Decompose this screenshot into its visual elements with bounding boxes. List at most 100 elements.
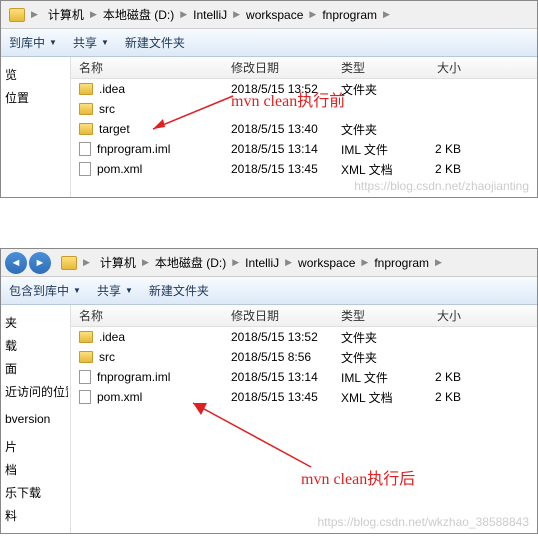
- file-type: XML 文档: [341, 161, 411, 178]
- chevron-right-icon: ▶: [29, 9, 40, 20]
- breadcrumb-root[interactable]: ▶: [5, 8, 44, 22]
- new-folder-button[interactable]: 新建文件夹: [125, 34, 185, 51]
- chevron-right-icon: ▶: [231, 9, 242, 20]
- file-list: 名称 修改日期 类型 大小 .idea2018/5/15 13:52文件夹src…: [71, 57, 537, 197]
- file-date: 2018/5/15 13:52: [231, 330, 341, 344]
- chevron-right-icon: ▶: [433, 257, 444, 268]
- sidebar-item[interactable]: 近访问的位置: [3, 380, 68, 403]
- file-name: fnprogram.iml: [97, 370, 170, 384]
- col-header-size[interactable]: 大小: [411, 307, 471, 324]
- file-icon: [79, 162, 91, 176]
- chevron-right-icon: ▶: [140, 257, 151, 268]
- new-folder-button[interactable]: 新建文件夹: [149, 282, 209, 299]
- breadcrumb-item[interactable]: 计算机: [44, 6, 88, 23]
- file-row[interactable]: pom.xml2018/5/15 13:45XML 文档2 KB: [71, 159, 537, 179]
- watermark: https://blog.csdn.net/zhaojianting: [354, 179, 529, 193]
- sidebar-item[interactable]: 片: [3, 435, 68, 458]
- toolbar: 到库中 ▼ 共享 ▼ 新建文件夹: [1, 29, 537, 57]
- folder-icon: [61, 256, 77, 270]
- file-name: pom.xml: [97, 390, 142, 404]
- sidebar-item[interactable]: 载: [3, 334, 68, 357]
- back-button[interactable]: ◄: [5, 252, 27, 274]
- chevron-down-icon: ▼: [49, 38, 57, 47]
- share-button[interactable]: 共享 ▼: [73, 34, 109, 51]
- file-name: .idea: [99, 330, 125, 344]
- file-date: 2018/5/15 13:14: [231, 142, 341, 156]
- chevron-right-icon: ▶: [381, 9, 392, 20]
- breadcrumb-item[interactable]: workspace: [242, 8, 307, 22]
- sidebar-item[interactable]: bversion: [3, 409, 68, 429]
- file-name: .idea: [99, 82, 125, 96]
- file-type: IML 文件: [341, 369, 411, 386]
- nav-arrows: ◄ ►: [5, 252, 51, 274]
- col-header-size[interactable]: 大小: [411, 59, 471, 76]
- file-row[interactable]: .idea2018/5/15 13:52文件夹: [71, 327, 537, 347]
- watermark: https://blog.csdn.net/wkzhao_38588843: [318, 515, 530, 529]
- folder-icon: [9, 8, 25, 22]
- sidebar-item[interactable]: 料: [3, 504, 68, 527]
- file-row[interactable]: src2018/5/15 8:56文件夹: [71, 347, 537, 367]
- col-header-type[interactable]: 类型: [341, 59, 411, 76]
- col-header-date[interactable]: 修改日期: [231, 59, 341, 76]
- file-size: 2 KB: [411, 370, 471, 384]
- file-name: src: [99, 350, 115, 364]
- share-button[interactable]: 共享 ▼: [97, 282, 133, 299]
- breadcrumb-item[interactable]: 本地磁盘 (D:): [99, 6, 178, 23]
- file-row[interactable]: pom.xml 2018/5/15 13:45XML 文档2 KB: [71, 387, 537, 407]
- file-icon: [79, 142, 91, 156]
- breadcrumb-root[interactable]: ▶: [57, 256, 96, 270]
- file-type: IML 文件: [341, 141, 411, 158]
- file-type: 文件夹: [341, 349, 411, 366]
- file-name: pom.xml: [97, 162, 142, 176]
- folder-icon: [79, 351, 93, 363]
- col-header-name[interactable]: 名称: [71, 59, 231, 76]
- chevron-right-icon: ▶: [178, 9, 189, 20]
- sidebar-item[interactable]: 位置: [3, 86, 68, 109]
- col-header-type[interactable]: 类型: [341, 307, 411, 324]
- col-header-date[interactable]: 修改日期: [231, 307, 341, 324]
- file-type: 文件夹: [341, 121, 411, 138]
- breadcrumb-item[interactable]: fnprogram: [370, 256, 433, 270]
- breadcrumb-item[interactable]: 计算机: [96, 254, 140, 271]
- sidebar: 夹载面近访问的位置 bversion 片档乐下载料: [1, 305, 71, 533]
- breadcrumb-bar: ▶ 计算机▶本地磁盘 (D:)▶IntelliJ▶workspace▶fnpro…: [1, 1, 537, 29]
- file-name: target: [99, 122, 130, 136]
- file-type: XML 文档: [341, 389, 411, 406]
- sidebar-item[interactable]: 乐下载: [3, 481, 68, 504]
- toolbar: 包含到库中 ▼ 共享 ▼ 新建文件夹: [1, 277, 537, 305]
- file-size: 2 KB: [411, 390, 471, 404]
- file-date: 2018/5/15 13:40: [231, 122, 341, 136]
- include-library-button[interactable]: 包含到库中 ▼: [9, 282, 81, 299]
- file-size: 2 KB: [411, 162, 471, 176]
- folder-icon: [79, 83, 93, 95]
- columns-header: 名称 修改日期 类型 大小: [71, 57, 537, 79]
- content-area: 夹载面近访问的位置 bversion 片档乐下载料 名称 修改日期 类型 大小 .i…: [1, 305, 537, 533]
- breadcrumb-item[interactable]: 本地磁盘 (D:): [151, 254, 230, 271]
- file-row[interactable]: target 2018/5/15 13:40文件夹: [71, 119, 537, 139]
- breadcrumb-item[interactable]: workspace: [294, 256, 359, 270]
- col-header-name[interactable]: 名称: [71, 307, 231, 324]
- forward-button[interactable]: ►: [29, 252, 51, 274]
- annotation-before: mvn clean执行前: [231, 87, 345, 111]
- sidebar-item[interactable]: 夹: [3, 311, 68, 334]
- breadcrumb-item[interactable]: IntelliJ: [189, 8, 231, 22]
- explorer-window-after: ◄ ► ▶ 计算机▶本地磁盘 (D:)▶IntelliJ▶workspace▶f…: [0, 248, 538, 534]
- file-row[interactable]: fnprogram.iml2018/5/15 13:14IML 文件2 KB: [71, 367, 537, 387]
- arrow-icon: [181, 395, 321, 475]
- file-date: 2018/5/15 13:45: [231, 390, 341, 404]
- breadcrumb-bar: ◄ ► ▶ 计算机▶本地磁盘 (D:)▶IntelliJ▶workspace▶f…: [1, 249, 537, 277]
- file-list: 名称 修改日期 类型 大小 .idea2018/5/15 13:52文件夹src…: [71, 305, 537, 533]
- folder-icon: [79, 103, 93, 115]
- folder-icon: [79, 331, 93, 343]
- breadcrumb-item[interactable]: IntelliJ: [241, 256, 283, 270]
- sidebar-item[interactable]: 览: [3, 63, 68, 86]
- breadcrumb-item[interactable]: fnprogram: [318, 8, 381, 22]
- sidebar-item[interactable]: 面: [3, 357, 68, 380]
- include-library-button[interactable]: 到库中 ▼: [9, 34, 57, 51]
- file-icon: [79, 370, 91, 384]
- file-row[interactable]: fnprogram.iml2018/5/15 13:14IML 文件2 KB: [71, 139, 537, 159]
- chevron-right-icon: ▶: [81, 257, 92, 268]
- sidebar-item[interactable]: 档: [3, 458, 68, 481]
- file-icon: [79, 390, 91, 404]
- file-name: src: [99, 102, 115, 116]
